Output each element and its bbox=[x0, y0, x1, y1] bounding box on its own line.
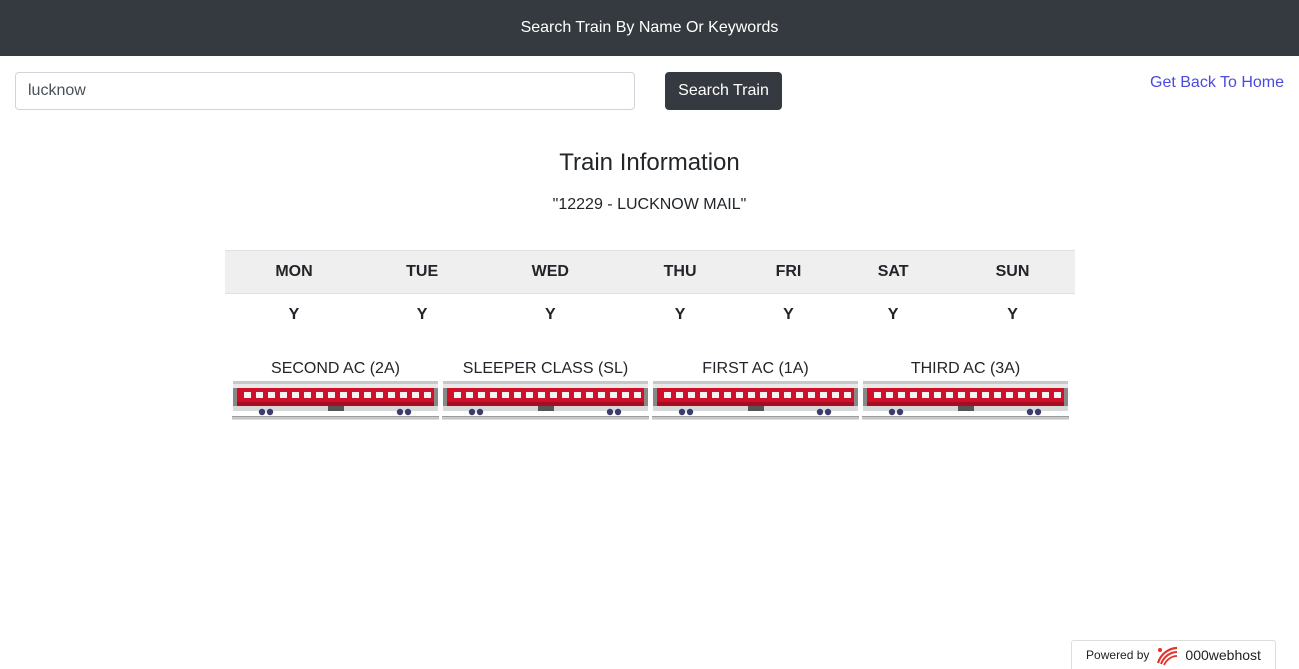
search-input[interactable] bbox=[15, 72, 635, 110]
webhost-logo-icon bbox=[1157, 646, 1178, 666]
class-card-sl[interactable]: SLEEPER CLASS (SL) bbox=[442, 360, 649, 420]
class-label: THIRD AC (3A) bbox=[910, 360, 1021, 377]
train-coach-image bbox=[442, 380, 649, 420]
day-runs-wed: Y bbox=[544, 306, 556, 324]
day-runs-sun: Y bbox=[1007, 306, 1018, 324]
runs-row: Y Y Y Y Y Y Y bbox=[225, 294, 1075, 337]
day-header-wed: WED bbox=[481, 250, 620, 294]
day-header-fri: FRI bbox=[740, 250, 837, 294]
day-header-mon: MON bbox=[225, 250, 363, 294]
class-label: SLEEPER CLASS (SL) bbox=[462, 360, 629, 377]
class-label: FIRST AC (1A) bbox=[702, 360, 809, 377]
train-coach-image bbox=[232, 380, 439, 420]
class-card-1a[interactable]: FIRST AC (1A) bbox=[652, 360, 859, 420]
coach-classes: SECOND AC (2A) SLEEPER CLASS (SL) FIRST … bbox=[232, 360, 1068, 420]
train-coach-image bbox=[862, 380, 1069, 420]
day-header-tue: TUE bbox=[362, 250, 482, 294]
train-coach-image bbox=[652, 380, 859, 420]
day-runs-fri: Y bbox=[783, 306, 794, 324]
navbar-title: Search Train By Name Or Keywords bbox=[520, 19, 779, 36]
day-header-thu: THU bbox=[619, 250, 741, 294]
day-header-sat: SAT bbox=[836, 250, 951, 294]
days-header-row: MON TUE WED THU FRI SAT SUN bbox=[225, 250, 1075, 294]
day-runs-sat: Y bbox=[887, 306, 899, 324]
train-info-heading: Train Information bbox=[559, 149, 740, 176]
search-train-button[interactable]: Search Train bbox=[665, 72, 782, 110]
class-card-2a[interactable]: SECOND AC (2A) bbox=[232, 360, 439, 420]
class-label: SECOND AC (2A) bbox=[271, 360, 400, 377]
train-name: "12229 - LUCKNOW MAIL" bbox=[552, 196, 747, 213]
day-runs-mon: Y bbox=[288, 306, 300, 324]
day-runs-tue: Y bbox=[416, 306, 428, 324]
powered-by-badge[interactable]: Powered by 000webhost bbox=[1071, 640, 1276, 669]
class-card-3a[interactable]: THIRD AC (3A) bbox=[862, 360, 1069, 420]
day-header-sun: SUN bbox=[950, 250, 1075, 294]
top-navbar: Search Train By Name Or Keywords bbox=[0, 0, 1299, 56]
powered-by-label: Powered by bbox=[1086, 648, 1150, 662]
day-runs-thu: Y bbox=[674, 306, 686, 324]
running-days-table: MON TUE WED THU FRI SAT SUN Y Y Y Y Y Y … bbox=[225, 250, 1075, 337]
powered-by-brand: 000webhost bbox=[1185, 647, 1261, 663]
home-link[interactable]: Get Back To Home bbox=[1150, 74, 1284, 92]
